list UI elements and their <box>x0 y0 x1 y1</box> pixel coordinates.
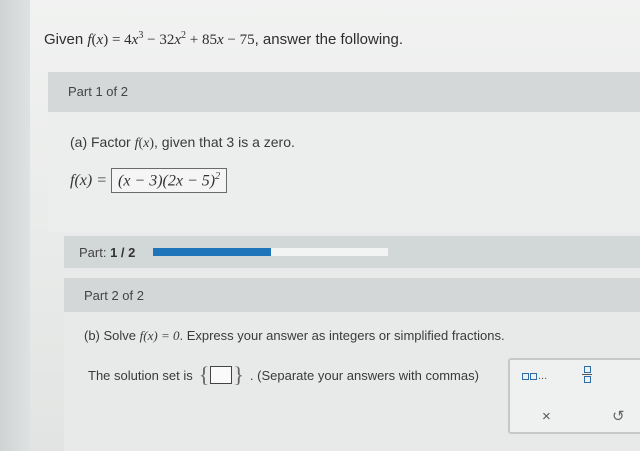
progress-row: Part: 1 / 2 <box>64 236 640 268</box>
right-brace: } <box>233 362 244 387</box>
part2-header: Part 2 of 2 <box>64 278 640 312</box>
answer-box[interactable]: (x − 3)(2x − 5)2 <box>111 168 228 194</box>
progress-bar-fill <box>153 248 271 256</box>
left-margin <box>0 0 30 451</box>
solution-hint: . (Separate your answers with commas) <box>249 367 479 383</box>
part2-body: (b) Solve f(x) = 0. Express your answer … <box>64 312 640 451</box>
part1-title: Part 1 of 2 <box>68 84 128 99</box>
part1-header: Part 1 of 2 <box>48 72 640 112</box>
part1-body: (a) Factor f(x), given that 3 is a zero.… <box>48 112 640 232</box>
solution-row: The solution set is { } . (Separate your… <box>88 362 479 388</box>
part1-answer: f(x) = (x − 3)(2x − 5)2 <box>70 168 228 194</box>
progress-label: Part: 1 / 2 <box>79 244 136 260</box>
answer-lhs: f(x) = <box>70 171 107 189</box>
problem-page: Given f(x) = 4x3 − 32x2 + 85x − 75, answ… <box>30 0 640 451</box>
clear-button[interactable]: × <box>542 408 551 425</box>
math-keypad: ... × ↺ <box>508 358 640 434</box>
solution-input[interactable] <box>210 366 233 384</box>
solution-label: The solution set is <box>88 367 193 383</box>
part2-title: Part 2 of 2 <box>84 288 144 303</box>
undo-button[interactable]: ↺ <box>612 407 625 425</box>
part1-prompt: (a) Factor f(x), given that 3 is a zero. <box>70 134 295 151</box>
fraction-icon[interactable] <box>580 366 594 383</box>
question-text: Given f(x) = 4x3 − 32x2 + 85x − 75, answ… <box>44 30 404 48</box>
progress-bar <box>153 248 389 256</box>
left-brace: { <box>198 362 210 387</box>
part2-prompt: (b) Solve f(x) = 0. Express your answer … <box>84 328 505 343</box>
list-icon[interactable]: ... <box>522 370 547 382</box>
